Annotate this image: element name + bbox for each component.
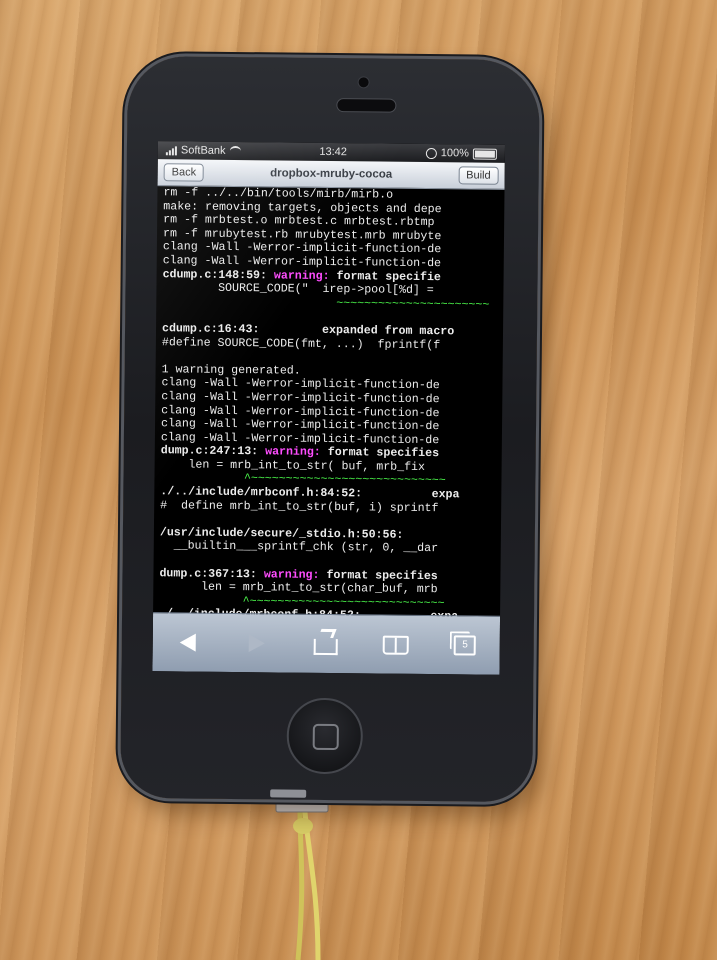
wifi-icon: [229, 145, 241, 157]
back-nav-button[interactable]: [172, 627, 202, 657]
forward-nav-button[interactable]: [242, 628, 272, 658]
forward-arrow-icon: [248, 634, 265, 653]
build-button[interactable]: Build: [458, 166, 499, 185]
back-arrow-icon: [179, 633, 196, 652]
page-title: dropbox-mruby-cocoa: [270, 167, 393, 181]
photo-scene: { "status_bar": { "carrier": "SoftBank",…: [0, 0, 717, 960]
rotation-lock-icon: [425, 147, 437, 159]
tabs-icon: 5: [453, 635, 477, 656]
bookmarks-button[interactable]: [380, 630, 410, 660]
carrier-name: SoftBank: [180, 144, 226, 157]
share-button[interactable]: [311, 629, 341, 659]
home-button[interactable]: [286, 697, 364, 775]
share-icon: [314, 638, 339, 656]
earpiece-speaker: [336, 98, 397, 113]
terminal-output[interactable]: rm -f ../../bin/tools/mirb/mirb.o make: r…: [153, 186, 504, 618]
back-button[interactable]: Back: [163, 163, 205, 182]
lightning-port: [270, 789, 307, 798]
bookmarks-icon: [382, 635, 409, 655]
signal-bars-icon: [165, 145, 177, 155]
phone-screen: SoftBank 13:42 100% Back dropbox-mruby-c…: [152, 141, 505, 675]
battery-percent: 100%: [440, 147, 469, 160]
front-camera-icon: [357, 76, 370, 89]
status-time: 13:42: [319, 145, 347, 159]
navigation-bar: Back dropbox-mruby-cocoa Build: [157, 159, 505, 190]
home-square-icon: [312, 723, 339, 751]
iphone-device: SoftBank 13:42 100% Back dropbox-mruby-c…: [120, 55, 540, 803]
battery-icon: [472, 147, 497, 160]
browser-toolbar: 5: [152, 612, 501, 675]
tabs-button[interactable]: 5: [450, 630, 480, 660]
